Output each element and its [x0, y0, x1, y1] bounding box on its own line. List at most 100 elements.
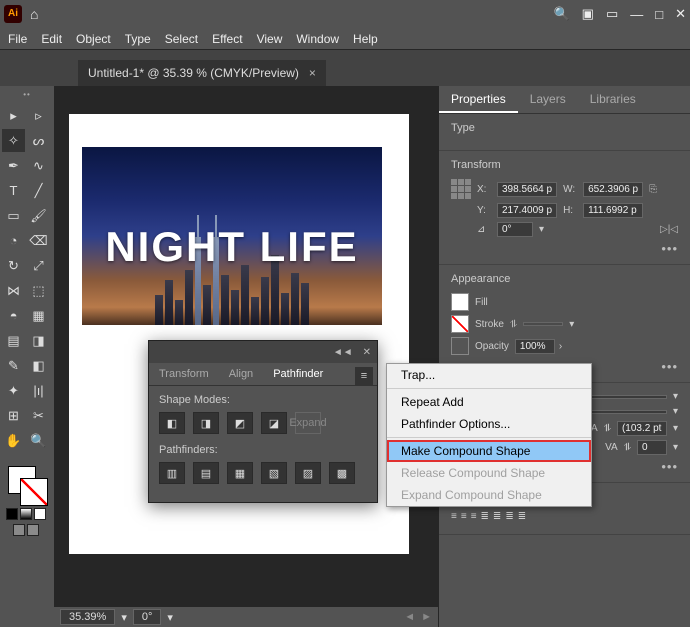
tab-libraries[interactable]: Libraries [578, 86, 648, 113]
leading-field[interactable]: (103.2 pt [617, 421, 667, 436]
intersect-button[interactable]: ◩ [227, 412, 253, 434]
eraser-tool[interactable]: ⌫ [27, 229, 50, 252]
stroke-dropdown-icon[interactable]: ▾ [569, 319, 574, 330]
flip-h-icon[interactable]: ▷|◁ [660, 224, 678, 235]
status-scroll-right-icon[interactable]: ► [421, 611, 432, 623]
shape-builder-tool[interactable]: ◓ [2, 304, 25, 327]
menu-object[interactable]: Object [76, 32, 111, 46]
symbol-sprayer-tool[interactable]: ✦ [2, 379, 25, 402]
menu-help[interactable]: Help [353, 32, 378, 46]
artboard-tool[interactable]: ⊞ [2, 404, 25, 427]
magic-wand-tool[interactable]: ✧ [2, 129, 25, 152]
font-family-chevron-icon[interactable]: ▾ [673, 391, 678, 402]
arrange-docs-icon[interactable]: ▣ [582, 6, 594, 22]
menu-item-expand-compound-shape[interactable]: Expand Compound Shape [387, 484, 591, 506]
opacity-field[interactable]: 100% [515, 339, 555, 354]
link-wh-icon[interactable]: ⎘ [649, 184, 657, 195]
pen-tool[interactable]: ✒ [2, 154, 25, 177]
tab-properties[interactable]: Properties [439, 86, 518, 113]
stroke-weight-field[interactable] [523, 322, 563, 326]
angle-dropdown-icon[interactable]: ▾ [539, 224, 544, 235]
menu-window[interactable]: Window [296, 32, 339, 46]
document-tab[interactable]: Untitled-1* @ 35.39 % (CMYK/Preview) × [78, 60, 326, 86]
gradient-mode-icon[interactable] [20, 508, 32, 520]
outline-button[interactable]: ▨ [295, 462, 321, 484]
blend-tool[interactable]: ◧ [27, 354, 50, 377]
align-left-icon[interactable]: ≡ [451, 511, 457, 522]
menu-item-release-compound-shape[interactable]: Release Compound Shape [387, 462, 591, 484]
transform-more-icon[interactable]: ••• [451, 241, 678, 256]
column-graph-tool[interactable]: |ı| [27, 379, 50, 402]
justify-center-icon[interactable]: ≣ [493, 511, 501, 522]
document-tab-close-icon[interactable]: × [309, 66, 316, 80]
panel-close-icon[interactable]: ✕ [363, 347, 371, 358]
menu-item-repeat[interactable]: Repeat Add [387, 391, 591, 413]
home-icon[interactable]: ⌂ [30, 6, 38, 22]
justify-left-icon[interactable]: ≣ [481, 511, 489, 522]
line-tool[interactable]: ╱ [27, 179, 50, 202]
trim-button[interactable]: ▤ [193, 462, 219, 484]
menu-select[interactable]: Select [165, 32, 198, 46]
stroke-swatch-icon[interactable] [451, 315, 469, 333]
screen-mode-2-icon[interactable] [27, 524, 39, 536]
rectangle-tool[interactable]: ▭ [2, 204, 25, 227]
stroke-weight-stepper[interactable]: ⥮ [510, 319, 517, 330]
justify-right-icon[interactable]: ≣ [505, 511, 513, 522]
close-window-button[interactable]: ✕ [675, 6, 686, 22]
fill-swatch-icon[interactable] [451, 293, 469, 311]
lasso-tool[interactable]: ᔕ [27, 129, 50, 152]
reference-point-grid[interactable] [451, 179, 471, 199]
stroke-color-swatch[interactable] [20, 478, 48, 506]
x-field[interactable]: 398.5664 p [497, 182, 557, 197]
menu-type[interactable]: Type [125, 32, 151, 46]
rotation-dropdown[interactable]: 0° [133, 609, 162, 625]
zoom-chevron-icon[interactable]: ▾ [121, 611, 127, 624]
exclude-button[interactable]: ◪ [261, 412, 287, 434]
screen-mode-icon[interactable] [13, 524, 25, 536]
minimize-button[interactable]: — [630, 7, 643, 22]
tab-layers[interactable]: Layers [518, 86, 578, 113]
minus-back-button[interactable]: ▩ [329, 462, 355, 484]
pathfinder-panel[interactable]: ◄◄ ✕ Transform Align Pathfinder ≡ Shape … [148, 340, 378, 503]
zoom-level-dropdown[interactable]: 35.39% [60, 609, 115, 625]
brush-tool[interactable]: 🖌 [27, 204, 50, 227]
tracking-field[interactable]: 0 [637, 440, 667, 455]
status-scroll-left-icon[interactable]: ◄ [404, 611, 415, 623]
align-center-icon[interactable]: ≡ [461, 511, 467, 522]
leading-stepper[interactable]: ⥮ [604, 423, 611, 434]
curvature-tool[interactable]: ∿ [27, 154, 50, 177]
text-object[interactable]: NIGHT LIFE [82, 223, 382, 271]
menu-item-make-compound-shape[interactable]: Make Compound Shape [387, 440, 591, 462]
justify-all-icon[interactable]: ≣ [518, 511, 526, 522]
placed-image[interactable]: NIGHT LIFE [82, 147, 382, 325]
color-mode-icon[interactable] [6, 508, 18, 520]
menu-view[interactable]: View [257, 32, 283, 46]
panel-collapse-icon[interactable]: ◄◄ [333, 347, 353, 358]
panel-menu-button[interactable]: ≡ [355, 367, 373, 385]
eyedropper-tool[interactable]: ✎ [2, 354, 25, 377]
menu-item-pathfinder-options[interactable]: Pathfinder Options... [387, 413, 591, 435]
workspace-icon[interactable]: ▭ [606, 6, 618, 22]
h-field[interactable]: 111.6992 p [583, 203, 643, 218]
crop-button[interactable]: ▧ [261, 462, 287, 484]
minus-front-button[interactable]: ◨ [193, 412, 219, 434]
divide-button[interactable]: ▥ [159, 462, 185, 484]
merge-button[interactable]: ▦ [227, 462, 253, 484]
type-tool[interactable]: T [2, 179, 25, 202]
free-transform-tool[interactable]: ⬚ [27, 279, 50, 302]
angle-field[interactable]: 0° [497, 222, 533, 237]
unite-button[interactable]: ◧ [159, 412, 185, 434]
menu-effect[interactable]: Effect [212, 32, 242, 46]
search-icon[interactable]: 🔍 [553, 6, 569, 22]
shaper-tool[interactable]: ◔ [2, 229, 25, 252]
y-field[interactable]: 217.4009 p [497, 203, 557, 218]
maximize-button[interactable]: □ [655, 7, 663, 22]
gradient-tool[interactable]: ◨ [27, 329, 50, 352]
font-style-chevron-icon[interactable]: ▾ [673, 406, 678, 417]
expand-button[interactable]: Expand [295, 412, 321, 434]
toolbox-grip[interactable]: •• [2, 90, 52, 100]
hand-tool[interactable]: ✋ [2, 429, 25, 452]
tab-align-panel[interactable]: Align [219, 363, 263, 385]
menu-edit[interactable]: Edit [41, 32, 62, 46]
opacity-swatch-icon[interactable] [451, 337, 469, 355]
